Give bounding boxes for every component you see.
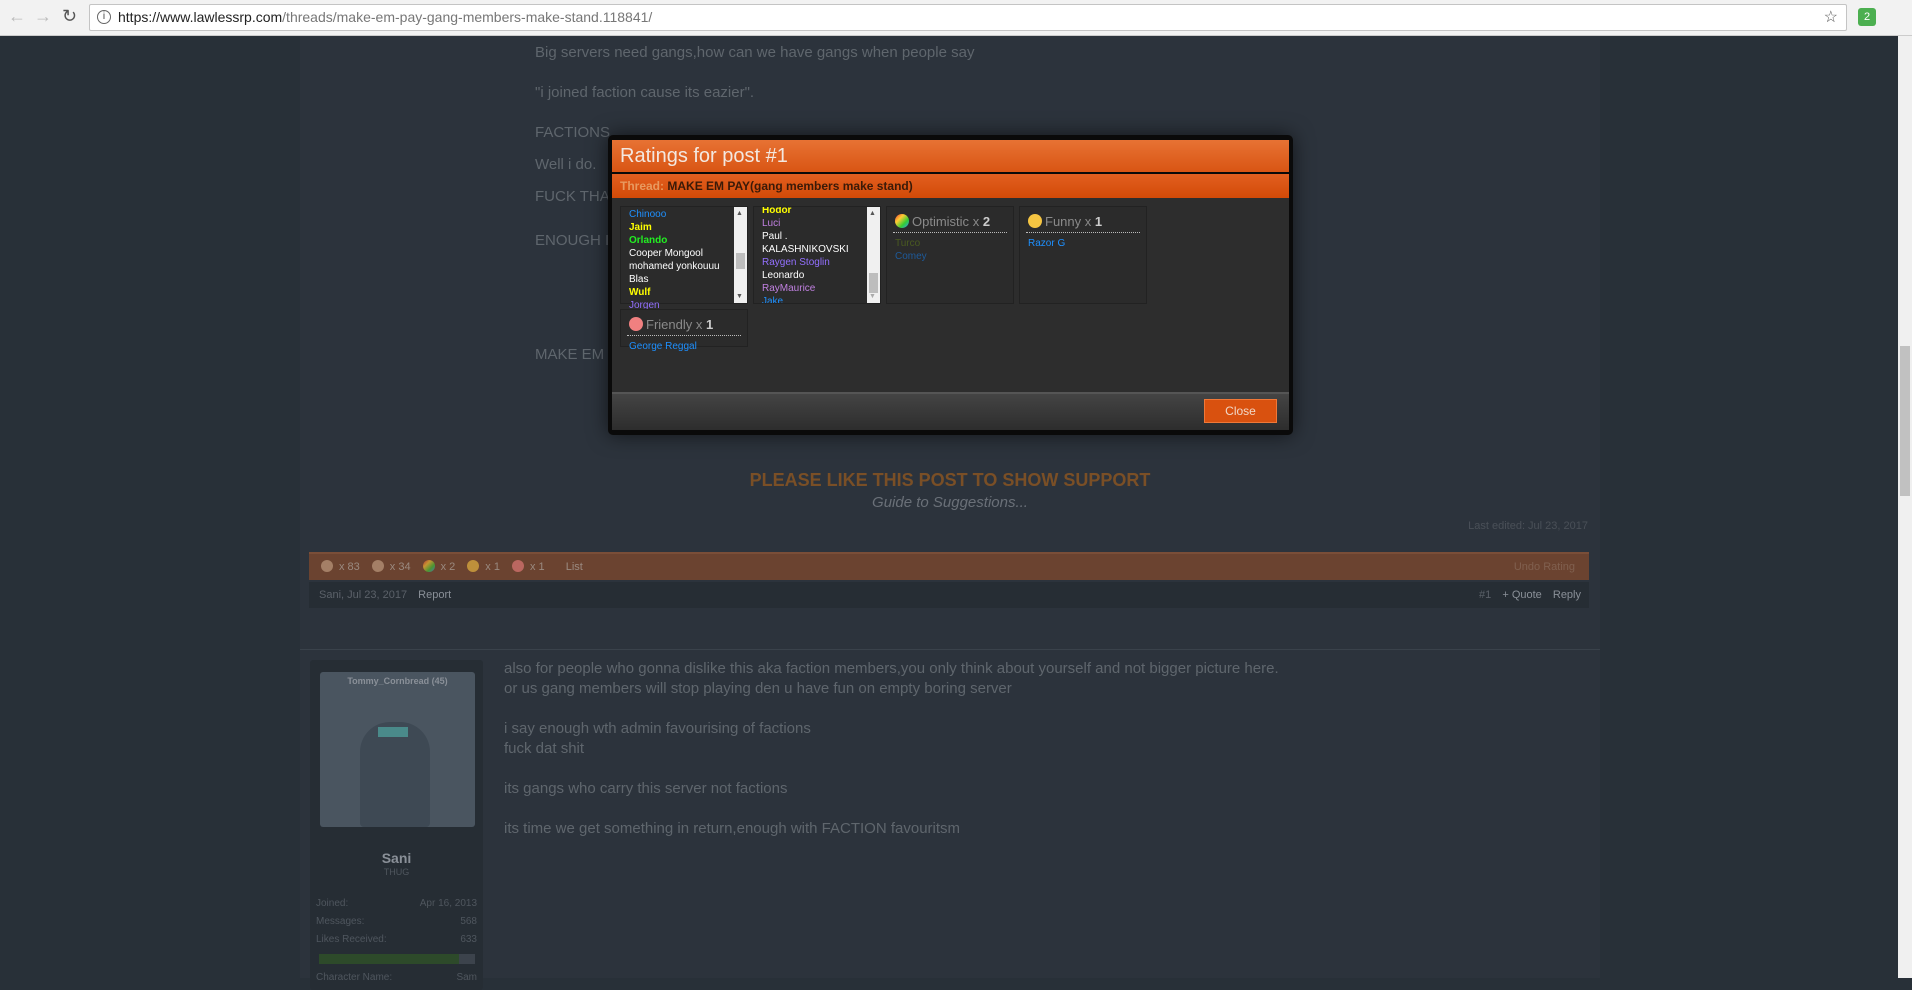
user-info: Tommy_Cornbread (45) Sani THUG Joined: Ap… [310,660,483,990]
reload-icon[interactable]: ↻ [62,6,77,27]
divider [300,649,1600,650]
post-text-line: also for people who gonna dislike this a… [504,660,1279,677]
rater-link[interactable]: Hodor [762,207,880,217]
likes-stat: Likes Received: 633 [316,934,477,945]
post-text-line: i say enough wth admin favourising of fa… [504,720,811,737]
page-scrollbar[interactable] [1898,36,1912,978]
rater-link[interactable]: Blas [629,273,747,286]
ratings-modal: Ratings for post #1 Thread: MAKE EM PAY(… [608,135,1293,435]
address-bar[interactable]: i https://www.lawlessrp.com/threads/make… [89,4,1847,31]
dislikes-list: Hodor Luci Paul . KALASHNIKOVSKI Raygen Stog… [753,206,881,304]
rater-link[interactable]: RayMaurice [762,282,880,295]
rater-link[interactable]: Paul . [762,230,880,243]
rater-link[interactable]: Luci [762,217,880,230]
modal-footer: Close [612,392,1289,430]
back-icon[interactable]: ← [8,6,26,27]
forward-icon[interactable]: → [34,6,52,27]
post-text-line: "i joined faction cause its eazier". [535,84,755,101]
rater-link[interactable]: Jaim [629,221,747,234]
rating-like[interactable]: x 83 [321,560,366,573]
reply-link[interactable]: Reply [1553,589,1581,601]
avatar[interactable]: Tommy_Cornbread (45) [320,672,475,827]
ratings-bar: x 83 x 34 x 2 x 1 x 1 List Undo Rating [309,552,1589,580]
rating-funny[interactable]: x 1 [467,560,506,573]
post-text-line: FACTIONS [535,124,611,141]
post-meta: Sani, Jul 23, 2017 Report #1 + Quote Rep… [309,582,1589,608]
post-text-line: FUCK THA [535,188,610,205]
rater-link[interactable]: Razor G [1020,237,1146,250]
rater-link[interactable]: George Reggal [621,340,747,353]
like-icon [321,560,333,572]
last-edited: Last edited: Jul 23, 2017 [1468,520,1588,532]
rater-link[interactable]: Turco [887,237,1013,250]
rater-link[interactable]: mohamed yonkouuu [629,260,747,273]
rater-link[interactable]: Orlando [629,234,747,247]
ratings-list-link[interactable]: List [566,561,583,573]
rater-link[interactable]: Wulf [629,286,747,299]
rating-group-friendly: Friendly x 1 George Reggal [620,309,748,352]
heart-icon [629,317,643,331]
extension-shield-icon[interactable]: 2 [1858,8,1876,26]
undo-rating-link[interactable]: Undo Rating [1514,554,1575,580]
rater-link[interactable]: KALASHNIKOVSKI [762,243,880,256]
star-icon[interactable]: ☆ [1824,5,1838,30]
info-icon[interactable]: i [97,10,111,24]
support-text: PLEASE LIKE THIS POST TO SHOW SUPPORT [749,470,1151,490]
quote-link[interactable]: + Quote [1502,589,1541,601]
rater-link[interactable]: Jake_ [762,295,880,303]
post-text-line: ENOUGH I [535,232,610,249]
scrollbar-thumb[interactable] [1900,346,1910,496]
rater-link[interactable]: Chinooo [629,208,747,221]
rater-link[interactable]: Cooper Mongool [629,247,747,260]
list-scrollbar[interactable]: ▲ ▼ [867,207,880,303]
post-text-line: Well i do. [535,156,597,173]
likes-list: Chinooo Jaim Orlando Cooper Mongool mohamed … [620,206,748,324]
modal-thread: Thread: MAKE EM PAY(gang members make st… [612,174,1289,198]
rating-group-optimistic: Optimistic x 2 Turco Comey [886,206,1014,304]
post-text-line: Big servers need gangs,how can we have g… [535,44,975,61]
modal-body: Chinooo Jaim Orlando Cooper Mongool mohamed … [612,198,1289,392]
close-button[interactable]: Close [1204,399,1277,423]
guide-link[interactable]: Guide to Suggestions... [300,494,1600,511]
rainbow-icon [895,214,909,228]
funny-icon [467,560,480,572]
joined-stat: Joined: Apr 16, 2013 [316,898,477,909]
list-scrollbar[interactable]: ▲ ▼ [734,207,747,303]
post-text-line: fuck dat shit [504,740,585,757]
dislike-icon [371,560,384,572]
rater-link[interactable]: Leonardo [762,269,880,282]
post-text-line: its time we get something in return,enou… [504,820,961,837]
modal-title: Ratings for post #1 [612,140,1289,172]
rater-link[interactable]: Raygen Stoglin [762,256,880,269]
post-number[interactable]: #1 [1479,589,1491,601]
rater-link[interactable]: Comey [887,250,1013,263]
rainbow-icon [422,560,435,572]
rating-heart[interactable]: x 1 [511,560,551,573]
username[interactable]: Sani [310,850,483,866]
browser-toolbar: ← → ↻ i https://www.lawlessrp.com/thread… [0,0,1912,36]
rating-group-funny: Funny x 1 Razor G [1019,206,1147,304]
heart-icon [511,560,524,572]
funny-icon [1028,214,1042,228]
user-title: THUG [383,867,410,877]
post-text-line: or us gang members will stop playing den… [504,680,1012,697]
rating-rainbow[interactable]: x 2 [422,560,462,573]
post-text-line: its gangs who carry this server not fact… [504,780,788,797]
author-date[interactable]: Sani, Jul 23, 2017 [319,589,407,601]
messages-stat: Messages: 568 [316,916,477,927]
rating-dislike[interactable]: x 34 [371,560,417,573]
report-link[interactable]: Report [418,589,451,601]
like-ratio-bar [319,954,475,964]
